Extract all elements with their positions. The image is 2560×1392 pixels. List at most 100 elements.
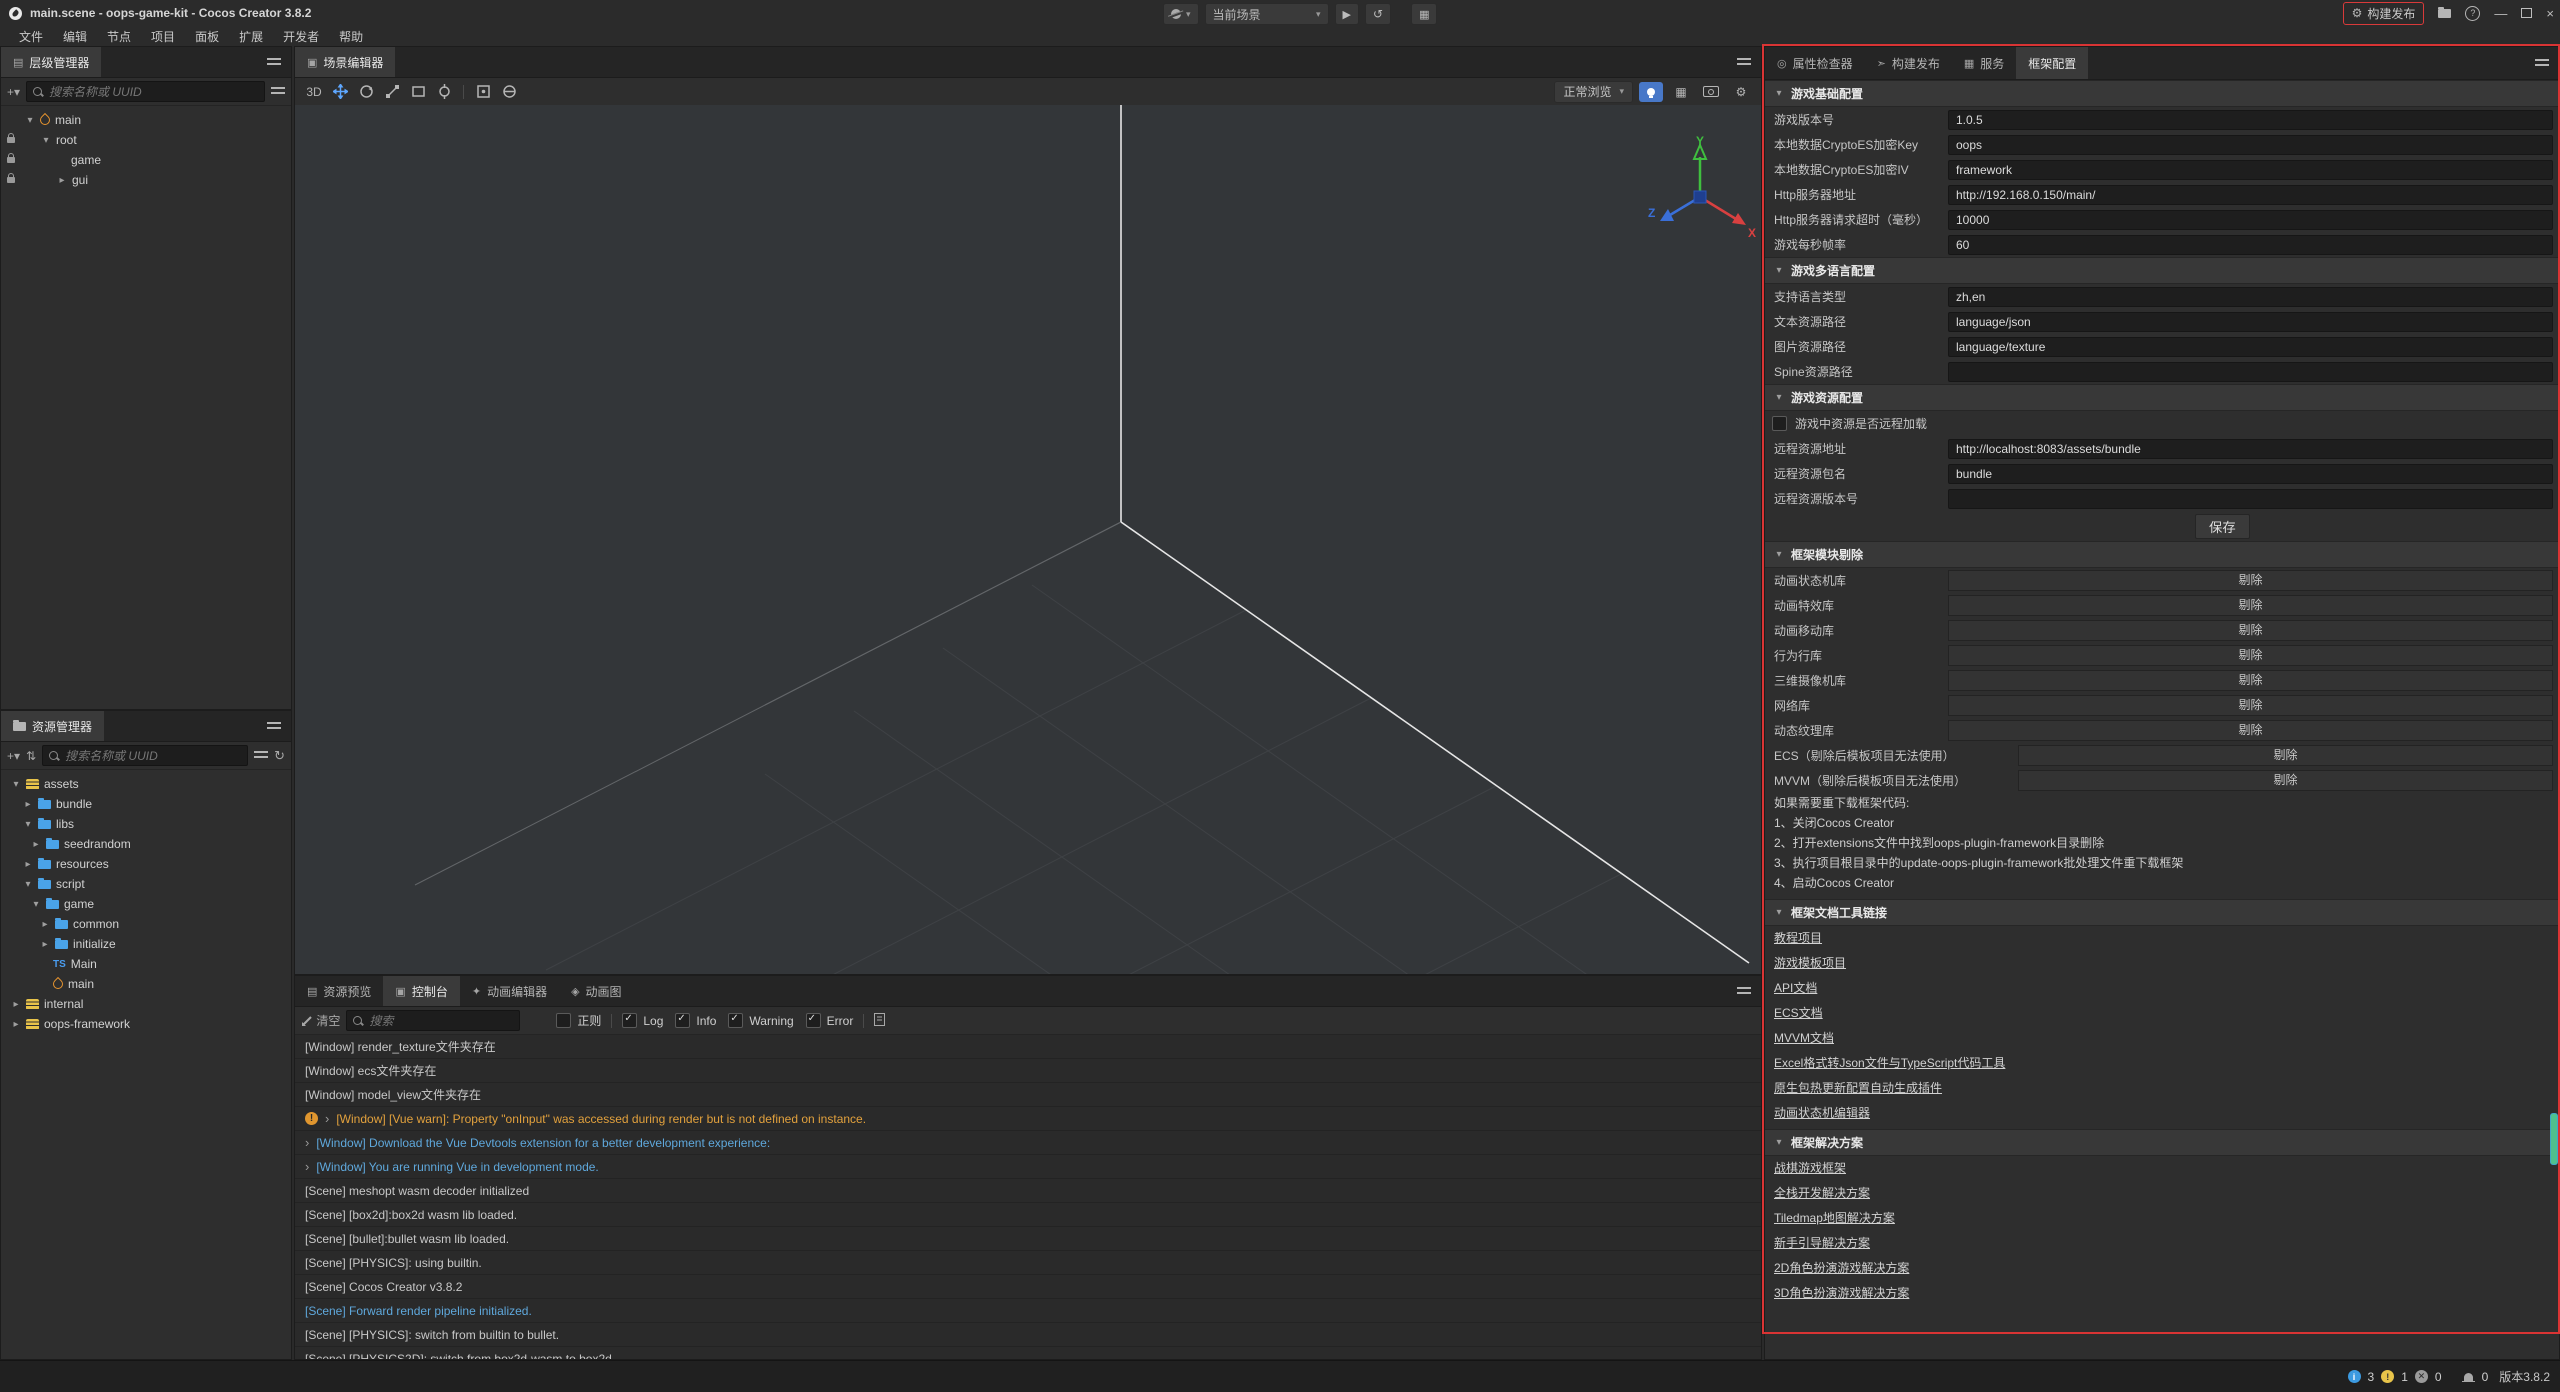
remote-url-input[interactable] [1948, 439, 2553, 459]
minimize-button[interactable]: — [2494, 6, 2507, 21]
mode-3d-toggle[interactable]: 3D [303, 82, 325, 102]
section-language-config[interactable]: ▾游戏多语言配置 [1765, 257, 2559, 284]
expand-caret-icon[interactable]: › [325, 1111, 329, 1126]
remote-bundle-input[interactable] [1948, 464, 2553, 484]
log-row[interactable]: [Scene] Cocos Creator v3.8.2 [295, 1275, 1761, 1299]
filter-warning-checkbox[interactable] [728, 1013, 743, 1028]
log-row[interactable]: [Scene] meshopt wasm decoder initialized [295, 1179, 1761, 1203]
scale-tool-icon[interactable] [381, 82, 403, 102]
game-version-input[interactable] [1948, 110, 2553, 130]
warning-count-icon[interactable]: ! [2381, 1370, 2394, 1383]
open-project-folder-icon[interactable] [2438, 9, 2451, 18]
remove-module-button[interactable]: 剔除 [1948, 720, 2553, 741]
menu-edit[interactable]: 编辑 [54, 28, 96, 45]
log-row-info[interactable]: ›[Window] You are running Vue in develop… [295, 1155, 1761, 1179]
crypto-key-input[interactable] [1948, 135, 2553, 155]
hierarchy-search-input[interactable] [47, 84, 258, 100]
view-mode-select[interactable]: 正常浏览 ▾ [1554, 81, 1633, 103]
solution-link[interactable]: 新手引导解决方案 [1774, 1231, 1870, 1256]
hierarchy-node-root[interactable]: ▾ root [1, 130, 291, 150]
lock-icon[interactable] [7, 157, 15, 163]
asset-node[interactable]: ▸internal [1, 994, 291, 1014]
tab-hierarchy[interactable]: ▤ 层级管理器 [1, 47, 101, 77]
asset-node[interactable]: ▸seedrandom [1, 834, 291, 854]
scene-settings-button[interactable]: ⚙ [1729, 82, 1753, 102]
doc-link[interactable]: 教程项目 [1774, 926, 1822, 951]
error-count-icon[interactable]: ✕ [2415, 1370, 2428, 1383]
asset-node[interactable]: ▸common [1, 914, 291, 934]
log-row[interactable]: [Window] model_view文件夹存在 [295, 1083, 1761, 1107]
section-module-removal[interactable]: ▾框架模块剔除 [1765, 541, 2559, 568]
play-button[interactable]: ▶ [1335, 3, 1359, 25]
solution-link[interactable]: 3D角色扮演游戏解决方案 [1774, 1281, 1909, 1306]
add-node-button[interactable]: +▾ [7, 85, 20, 99]
menu-node[interactable]: 节点 [98, 28, 140, 45]
refresh-icon[interactable]: ↻ [274, 748, 285, 764]
lang-json-path-input[interactable] [1948, 312, 2553, 332]
asset-node[interactable]: ▸resources [1, 854, 291, 874]
languages-input[interactable] [1948, 287, 2553, 307]
scrollbar-thumb[interactable] [2550, 1113, 2558, 1165]
section-solutions[interactable]: ▾框架解决方案 [1765, 1129, 2559, 1156]
pivot-toggle-icon[interactable] [472, 82, 494, 102]
section-basic-config[interactable]: ▾游戏基础配置 [1765, 80, 2559, 107]
platform-select[interactable]: ▾ [1163, 3, 1199, 25]
add-asset-button[interactable]: +▾ [7, 749, 20, 763]
expand-caret-icon[interactable]: › [305, 1135, 309, 1150]
maximize-button[interactable] [2521, 8, 2532, 18]
http-timeout-input[interactable] [1948, 210, 2553, 230]
remove-module-button[interactable]: 剔除 [2018, 770, 2553, 791]
menu-help[interactable]: 帮助 [330, 28, 372, 45]
filter-error-checkbox[interactable] [806, 1013, 821, 1028]
coordinate-toggle-icon[interactable] [498, 82, 520, 102]
rotate-tool-icon[interactable] [355, 82, 377, 102]
tab-scene-editor[interactable]: ▣ 场景编辑器 [295, 47, 395, 77]
sort-assets-icon[interactable]: ⇅ [26, 749, 36, 763]
asset-node[interactable]: main [1, 974, 291, 994]
log-row[interactable]: [Scene] [PHYSICS]: using builtin. [295, 1251, 1761, 1275]
tab-animation-editor[interactable]: ✦动画编辑器 [460, 976, 559, 1006]
filter-log-checkbox[interactable] [622, 1013, 637, 1028]
menu-developer[interactable]: 开发者 [274, 28, 328, 45]
asset-node[interactable]: ▾assets [1, 774, 291, 794]
scene-viewport[interactable]: Y X Z [295, 105, 1761, 974]
move-tool-icon[interactable] [329, 82, 351, 102]
crypto-iv-input[interactable] [1948, 160, 2553, 180]
assets-menu-icon[interactable] [267, 722, 281, 731]
menu-project[interactable]: 项目 [142, 28, 184, 45]
lock-icon[interactable] [7, 177, 15, 183]
asset-node[interactable]: ▸bundle [1, 794, 291, 814]
chevron-down-icon[interactable]: ▾ [41, 135, 51, 146]
tab-framework-config[interactable]: 框架配置 [2016, 47, 2088, 79]
scene-select[interactable]: 当前场景▾ [1205, 3, 1329, 25]
remove-module-button[interactable]: 剔除 [1948, 570, 2553, 591]
log-row[interactable]: [Scene] [PHYSICS]: switch from builtin t… [295, 1323, 1761, 1347]
log-row[interactable]: [Window] render_texture文件夹存在 [295, 1035, 1761, 1059]
assets-search[interactable] [42, 745, 248, 766]
save-button[interactable]: 保存 [2195, 514, 2250, 539]
axis-gizmo[interactable]: Y X Z [1640, 135, 1760, 255]
doc-link[interactable]: Excel格式转Json文件与TypeScript代码工具 [1774, 1051, 2005, 1076]
remove-module-button[interactable]: 剔除 [1948, 670, 2553, 691]
asset-node[interactable]: ▸initialize [1, 934, 291, 954]
solution-link[interactable]: Tiledmap地图解决方案 [1774, 1206, 1895, 1231]
expand-caret-icon[interactable]: › [305, 1159, 309, 1174]
remove-module-button[interactable]: 剔除 [1948, 620, 2553, 641]
tab-console[interactable]: ▣控制台 [383, 976, 459, 1006]
log-row[interactable]: [Scene] [PHYSICS2D]: switch from box2d-w… [295, 1347, 1761, 1360]
doc-link[interactable]: API文档 [1774, 976, 1817, 1001]
http-server-input[interactable] [1948, 185, 2553, 205]
tab-build[interactable]: ➣构建发布 [1865, 47, 1952, 79]
doc-link[interactable]: 原生包热更新配置自动生成插件 [1774, 1076, 1942, 1101]
step-button[interactable]: ↺ [1365, 3, 1391, 25]
menu-panel[interactable]: 面板 [186, 28, 228, 45]
preview-qr-button[interactable]: ▦ [1411, 3, 1437, 25]
hierarchy-node-game[interactable]: game [1, 150, 291, 170]
log-row[interactable]: [Scene] [box2d]:box2d wasm lib loaded. [295, 1203, 1761, 1227]
chevron-down-icon[interactable]: ▾ [25, 115, 35, 126]
log-file-icon[interactable] [874, 1013, 885, 1029]
grid-toggle-button[interactable]: ▦ [1669, 82, 1693, 102]
tab-services[interactable]: ▦服务 [1952, 47, 2016, 79]
anchor-tool-icon[interactable] [433, 82, 455, 102]
assets-filter-icon[interactable] [254, 751, 268, 760]
